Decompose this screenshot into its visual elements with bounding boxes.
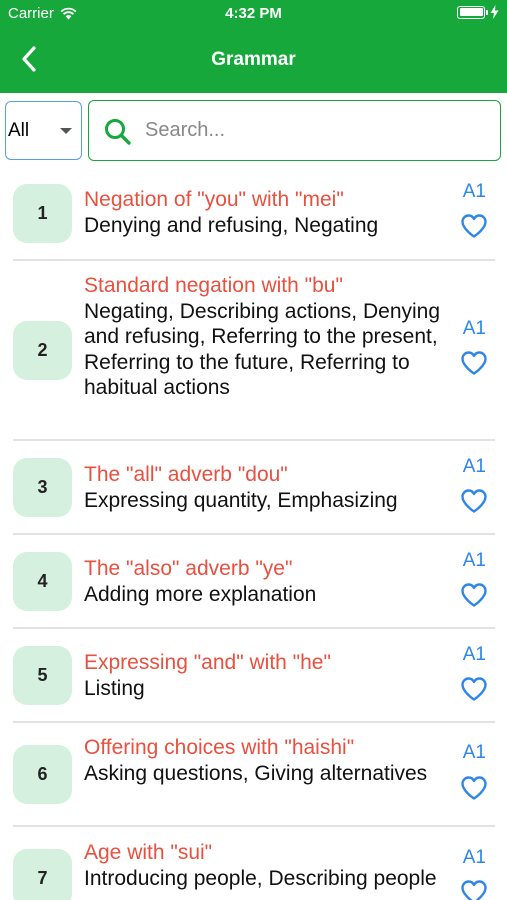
item-tags: Introducing people, Describing people (84, 866, 437, 890)
status-bar: Carrier 4:32 PM (0, 0, 507, 28)
item-tags: Denying and refusing, Negating (84, 213, 379, 237)
item-title: Negation of "you" with "mei" (84, 188, 344, 211)
item-tags: Expressing quantity, Emphasizing (84, 488, 398, 512)
list-item[interactable]: 2 Standard negation with "bu" Negating, … (13, 261, 495, 441)
item-tags: Adding more explanation (84, 582, 317, 606)
item-number-badge: 2 (13, 321, 72, 380)
item-tags: Listing (84, 676, 145, 700)
list-item[interactable]: 4 The "also" adverb "ye" Adding more exp… (13, 535, 495, 629)
dropdown-arrow-icon (60, 128, 72, 134)
heart-icon[interactable] (460, 879, 488, 900)
item-number-badge: 6 (13, 745, 72, 804)
item-tags: Negating, Describing actions, Denying an… (84, 299, 441, 400)
status-time: 4:32 PM (225, 5, 282, 22)
nav-bar: Grammar (0, 28, 507, 93)
list-item[interactable]: 6 Offering choices with "haishi" Asking … (13, 723, 495, 827)
list-item[interactable]: 7 Age with "sui" Introducing people, Des… (13, 827, 495, 900)
item-title: The "also" adverb "ye" (84, 557, 293, 580)
item-number-badge: 4 (13, 552, 72, 611)
item-level: A1 (462, 318, 486, 339)
level-filter-value: All (8, 119, 30, 141)
heart-icon[interactable] (460, 213, 488, 239)
level-filter-select[interactable]: All (5, 101, 82, 160)
item-title: Expressing "and" with "he" (84, 651, 331, 674)
heart-icon[interactable] (460, 582, 488, 608)
filter-bar: All (0, 93, 507, 173)
item-level: A1 (462, 550, 486, 571)
heart-icon[interactable] (460, 488, 488, 514)
item-tags: Asking questions, Giving alternatives (84, 761, 428, 785)
item-level: A1 (462, 742, 486, 763)
search-input[interactable] (145, 111, 485, 149)
item-number-badge: 1 (13, 184, 72, 243)
grammar-list: 1 Negation of "you" with "mei" Denying a… (0, 173, 507, 900)
item-number-badge: 5 (13, 646, 72, 705)
item-number-badge: 3 (13, 458, 72, 517)
item-title: The "all" adverb "dou" (84, 463, 288, 486)
heart-icon[interactable] (460, 775, 488, 801)
battery-indicator (457, 5, 499, 19)
item-level: A1 (462, 847, 486, 868)
item-title: Age with "sui" (84, 841, 213, 864)
page-title: Grammar (211, 49, 296, 70)
item-number-badge: 7 (13, 849, 72, 900)
item-level: A1 (462, 456, 486, 477)
search-box[interactable] (88, 100, 501, 161)
charging-bolt-icon (490, 5, 499, 19)
item-title: Standard negation with "bu" (84, 274, 343, 297)
list-item[interactable]: 3 The "all" adverb "dou" Expressing quan… (13, 441, 495, 535)
heart-icon[interactable] (460, 676, 488, 702)
item-level: A1 (462, 181, 486, 202)
list-item[interactable]: 1 Negation of "you" with "mei" Denying a… (13, 173, 495, 261)
search-icon (105, 119, 131, 145)
list-item[interactable]: 5 Expressing "and" with "he" Listing A1 (13, 629, 495, 723)
item-title: Offering choices with "haishi" (84, 736, 355, 759)
heart-icon[interactable] (460, 350, 488, 376)
battery-icon (457, 5, 488, 19)
app-header: Carrier 4:32 PM Grammar (0, 0, 507, 93)
item-level: A1 (462, 644, 486, 665)
